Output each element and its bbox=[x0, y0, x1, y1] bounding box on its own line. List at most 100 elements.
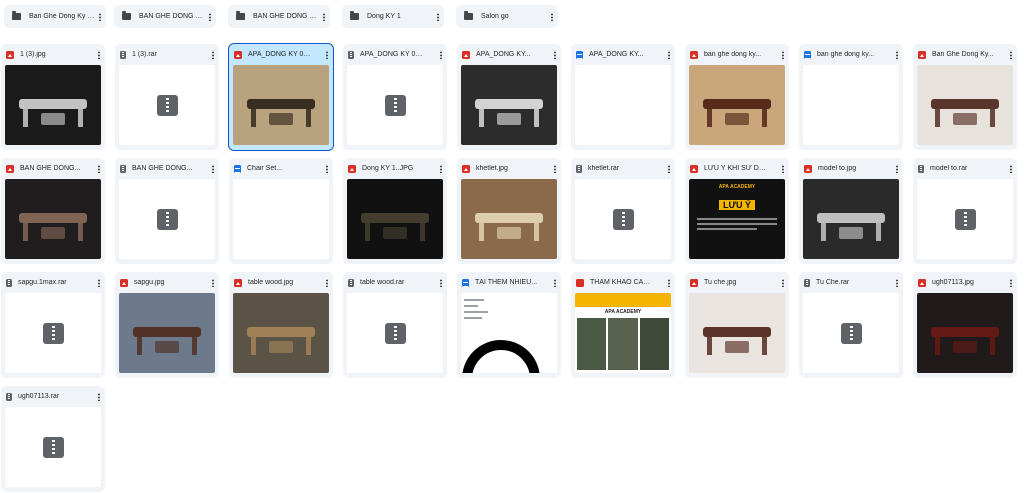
more-options-icon[interactable] bbox=[98, 278, 100, 287]
more-options-icon[interactable] bbox=[554, 278, 556, 287]
more-options-icon[interactable] bbox=[437, 12, 439, 21]
file-thumbnail bbox=[917, 65, 1013, 145]
more-options-icon[interactable] bbox=[98, 50, 100, 59]
file-card[interactable]: table wood.jpg bbox=[229, 272, 333, 378]
file-name: 1 (3).jpg bbox=[20, 51, 46, 58]
more-options-icon[interactable] bbox=[1010, 278, 1012, 287]
image-icon bbox=[234, 278, 242, 287]
file-name: model to.rar bbox=[930, 165, 968, 172]
file-card[interactable]: Dong KY 1..JPG bbox=[343, 158, 447, 264]
image-thumbnail bbox=[5, 179, 101, 259]
more-options-icon[interactable] bbox=[551, 12, 553, 21]
file-card[interactable]: sapgu.jpg bbox=[115, 272, 219, 378]
folder-name: Dong KY 1 bbox=[367, 13, 401, 20]
more-options-icon[interactable] bbox=[782, 50, 784, 59]
poster-title: LƯU Ý bbox=[719, 200, 755, 210]
more-options-icon[interactable] bbox=[326, 278, 328, 287]
file-card[interactable]: APA_DONG KY 01.rar bbox=[343, 44, 447, 150]
file-card[interactable]: ugh07113.rar bbox=[1, 386, 105, 492]
file-card[interactable]: BAN GHE DONG... bbox=[1, 158, 105, 264]
more-options-icon[interactable] bbox=[668, 164, 670, 173]
more-options-icon[interactable] bbox=[440, 278, 442, 287]
file-card[interactable]: LƯU Ý KHI SỬ DỤN... APA ACADEMY LƯU Ý bbox=[685, 158, 789, 264]
archive-icon bbox=[804, 278, 810, 287]
more-options-icon[interactable] bbox=[98, 392, 100, 401]
more-options-icon[interactable] bbox=[440, 164, 442, 173]
more-options-icon[interactable] bbox=[98, 164, 100, 173]
document-icon bbox=[234, 164, 241, 173]
archive-icon bbox=[348, 50, 354, 59]
file-card[interactable]: table wood.rar bbox=[343, 272, 447, 378]
file-thumbnail bbox=[5, 407, 101, 487]
file-card[interactable]: sapgu.1max.rar bbox=[1, 272, 105, 378]
file-thumbnail bbox=[347, 65, 443, 145]
file-name: APA_DONG KY... bbox=[476, 51, 531, 58]
more-options-icon[interactable] bbox=[782, 278, 784, 287]
file-card[interactable]: APA_DONG KY... bbox=[457, 44, 561, 150]
image-icon bbox=[918, 50, 926, 59]
file-card[interactable]: APA_DONG KY 01.jpg bbox=[228, 43, 334, 151]
more-options-icon[interactable] bbox=[782, 164, 784, 173]
more-options-icon[interactable] bbox=[212, 278, 214, 287]
more-options-icon[interactable] bbox=[212, 164, 214, 173]
more-options-icon[interactable] bbox=[209, 12, 211, 21]
folder-item[interactable]: BAN GHE DONG KY2 bbox=[114, 5, 216, 28]
file-card[interactable]: Tu che.jpg bbox=[685, 272, 789, 378]
image-thumbnail bbox=[461, 65, 557, 145]
image-thumbnail bbox=[917, 293, 1013, 373]
file-card[interactable]: khetlet.rar bbox=[571, 158, 675, 264]
file-name: Tu che.jpg bbox=[704, 279, 737, 286]
file-card[interactable]: ban ghe dong ky... bbox=[685, 44, 789, 150]
folder-name: BAN GHE DONG KY2 bbox=[139, 13, 205, 20]
file-thumbnail bbox=[803, 293, 899, 373]
file-card[interactable]: 1 (3).jpg bbox=[1, 44, 105, 150]
file-card[interactable]: BAN GHE DONG... bbox=[115, 158, 219, 264]
more-options-icon[interactable] bbox=[896, 278, 898, 287]
file-card[interactable]: TẢI THÊM NHIỀU... bbox=[457, 272, 561, 378]
pdf-icon bbox=[576, 278, 584, 287]
document-icon bbox=[462, 278, 469, 287]
file-card[interactable]: ugh07113.jpg bbox=[913, 272, 1017, 378]
file-card[interactable]: model to.rar bbox=[913, 158, 1017, 264]
folder-item[interactable]: BAN GHE DONG KYa bbox=[228, 5, 330, 28]
file-card[interactable]: APA_DONG KY... bbox=[571, 44, 675, 150]
file-card[interactable]: khetlet.jpg bbox=[457, 158, 561, 264]
file-card[interactable]: model to.jpg bbox=[799, 158, 903, 264]
file-card[interactable]: Ban Ghe Dong Ky... bbox=[913, 44, 1017, 150]
file-thumbnail bbox=[233, 179, 329, 259]
more-options-icon[interactable] bbox=[668, 278, 670, 287]
more-options-icon[interactable] bbox=[1010, 50, 1012, 59]
folder-item[interactable]: Dong KY 1 bbox=[342, 5, 444, 28]
more-options-icon[interactable] bbox=[1010, 164, 1012, 173]
file-name: khetlet.jpg bbox=[476, 165, 508, 172]
more-options-icon[interactable] bbox=[554, 164, 556, 173]
more-options-icon[interactable] bbox=[896, 50, 898, 59]
more-options-icon[interactable] bbox=[99, 12, 101, 21]
more-options-icon[interactable] bbox=[326, 50, 328, 59]
more-options-icon[interactable] bbox=[326, 164, 328, 173]
image-thumbnail bbox=[347, 179, 443, 259]
folder-item[interactable]: Ban Ghe Dong Ky 01 bbox=[4, 5, 106, 28]
file-thumbnail bbox=[461, 293, 557, 373]
file-thumbnail bbox=[119, 179, 215, 259]
more-options-icon[interactable] bbox=[896, 164, 898, 173]
more-options-icon[interactable] bbox=[668, 50, 670, 59]
more-options-icon[interactable] bbox=[554, 50, 556, 59]
more-options-icon[interactable] bbox=[440, 50, 442, 59]
image-thumbnail bbox=[461, 179, 557, 259]
file-card[interactable]: 1 (3).rar bbox=[115, 44, 219, 150]
more-options-icon[interactable] bbox=[212, 50, 214, 59]
file-name: ban ghe dong ky... bbox=[817, 51, 875, 58]
file-card[interactable]: ban ghe dong ky... bbox=[799, 44, 903, 150]
file-card[interactable]: THAM KHẢO CÁC... APA ACADEMY bbox=[571, 272, 675, 378]
file-card[interactable]: Tu Che.rar bbox=[799, 272, 903, 378]
file-thumbnail bbox=[119, 65, 215, 145]
more-options-icon[interactable] bbox=[323, 12, 325, 21]
archive-icon bbox=[385, 95, 406, 116]
file-card[interactable]: Chair Set... bbox=[229, 158, 333, 264]
file-thumbnail bbox=[347, 179, 443, 259]
file-thumbnail bbox=[233, 293, 329, 373]
file-thumbnail bbox=[575, 65, 671, 145]
image-icon bbox=[690, 164, 698, 173]
folder-item[interactable]: Salon go bbox=[456, 5, 558, 28]
